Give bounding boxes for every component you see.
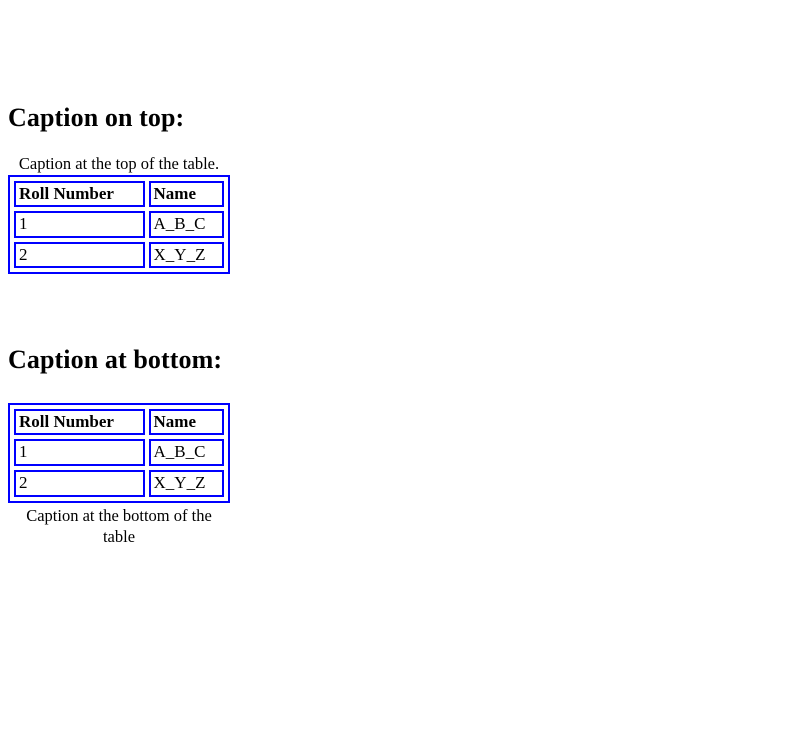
cell-name: X_Y_Z: [148, 241, 224, 269]
column-header-name: Name: [148, 408, 224, 436]
table-body: 1 A_B_C 2 X_Y_Z: [14, 439, 224, 497]
table-row: 1 A_B_C: [14, 439, 224, 467]
table-header-row: Roll Number Name: [14, 180, 224, 208]
cell-name: A_B_C: [148, 211, 224, 238]
table-row: 1 A_B_C: [14, 211, 224, 238]
cell-name: A_B_C: [148, 439, 224, 467]
table-head: Roll Number Name: [14, 408, 224, 436]
page-title-caption-at-bottom: Caption at bottom:: [8, 345, 223, 375]
page-root: Caption on top: Caption at the top of th…: [0, 0, 788, 547]
table-caption-top: Caption at the top of the table.: [18, 153, 220, 173]
page-title-caption-on-top: Caption on top:: [8, 103, 185, 132]
table-block-caption-top: Caption at the top of the table. Roll Nu…: [8, 152, 230, 275]
table-header-row: Roll Number Name: [14, 408, 224, 436]
student-table-caption-top: Caption at the top of the table. Roll Nu…: [8, 152, 230, 275]
column-header-roll-number: Roll Number: [14, 180, 145, 208]
table-row: 2 X_Y_Z: [14, 241, 224, 269]
cell-roll-number: 1: [14, 211, 145, 238]
cell-roll-number: 2: [14, 241, 145, 269]
table-head: Roll Number Name: [14, 180, 224, 208]
cell-roll-number: 2: [14, 470, 145, 497]
cell-name: X_Y_Z: [148, 470, 224, 497]
table-row: 2 X_Y_Z: [14, 470, 224, 497]
cell-roll-number: 1: [14, 439, 145, 467]
student-table-caption-bottom: Caption at the bottom of the table Roll …: [8, 402, 230, 547]
table-caption-bottom: Caption at the bottom of the table: [26, 505, 212, 546]
table-body: 1 A_B_C 2 X_Y_Z: [14, 211, 224, 269]
column-header-name: Name: [148, 180, 224, 208]
column-header-roll-number: Roll Number: [14, 408, 145, 436]
table-block-caption-bottom: Caption at the bottom of the table Roll …: [8, 402, 230, 547]
